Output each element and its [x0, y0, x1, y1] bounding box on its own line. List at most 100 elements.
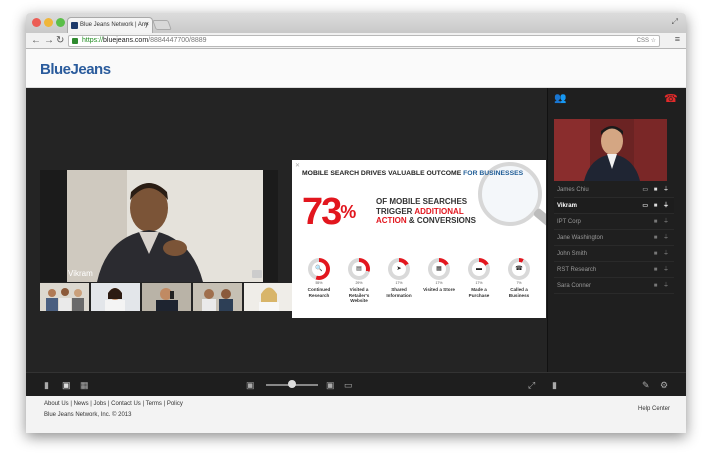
main-video[interactable]: Vikram [40, 170, 278, 282]
stat-value: 55% [315, 281, 323, 285]
bluejeans-logo[interactable]: BlueJeans [40, 61, 111, 78]
meeting-stage: Vikram ✕ MOBILE SEARCH DRIVES VALUABLE O… [26, 88, 547, 372]
speaker-image [67, 170, 263, 282]
big-percent-sign: % [340, 202, 356, 222]
participant-row[interactable]: Sara Conner ■ ⏚ [554, 278, 674, 294]
participant-status-icons[interactable]: ■ ⏚ [654, 230, 671, 246]
stats-row: 🔍 55% Continued Research ▤ 29% Visited a Reta… [302, 258, 542, 308]
stat-value: 29% [355, 281, 363, 285]
participants-list: James Chiu ▭ ■ ⏚ Vikram ▭ ■ ⏚ IPT Corp ■ ⏚ Jan… [554, 182, 674, 294]
stat-icon: ☎ [512, 262, 526, 276]
close-window-button[interactable] [32, 18, 41, 27]
gallery-layout-icon[interactable]: ▦ [80, 380, 89, 390]
address-bar[interactable]: https://bluejeans.com/8884447700/8889 CS… [68, 35, 660, 47]
policy-link[interactable]: Policy [167, 401, 183, 407]
zoom-window-button[interactable] [56, 18, 65, 27]
settings-gear-icon[interactable]: ⚙ [660, 380, 668, 390]
participant-status-icons[interactable]: ■ ⏚ [654, 214, 671, 230]
participant-row[interactable]: IPT Corp ■ ⏚ [554, 214, 674, 230]
tab-title: Blue Jeans Network | Any [80, 22, 149, 28]
copyright-text: Blue Jeans Network, Inc. © 2013 [44, 412, 132, 418]
news-link[interactable]: News [74, 401, 89, 407]
minimize-window-button[interactable] [44, 18, 53, 27]
participant-status-icons[interactable]: ▭ ■ ⏚ [642, 182, 671, 198]
stat-value: 17% [435, 281, 443, 285]
big-percent-value: 73 [302, 191, 342, 233]
stat-icon: ▦ [432, 262, 446, 276]
mic-mute-icon[interactable]: ✎ [642, 380, 650, 390]
contact-us-link[interactable]: Contact Us [111, 401, 141, 407]
stat-item: ☎ 7% Called a Business [502, 258, 536, 298]
stat-label: Called a Business [508, 287, 530, 298]
stat-item: ➤ 17% Shared Information [382, 258, 416, 298]
participant-status-icons[interactable]: ▭ ■ ⏚ [642, 198, 671, 214]
participant-status-icons[interactable]: ■ ⏚ [654, 246, 671, 262]
slide-close-icon[interactable]: ✕ [295, 162, 300, 169]
panel-toggle-icon[interactable]: ▮ [552, 380, 557, 390]
bottom-controls: ▮ ▣ ▦ ▣ ▣ ▭ ⤢ ▮ ✎ ⚙ [26, 372, 686, 396]
participant-status-icons[interactable]: ■ ⏚ [654, 262, 671, 278]
terms-link[interactable]: Terms [146, 401, 162, 407]
person-icon[interactable]: ▣ [246, 380, 255, 390]
help-center-link[interactable]: Help Center [638, 406, 670, 412]
speaker-name: Vikram [68, 269, 93, 278]
participant-row[interactable]: Jane Washington ■ ⏚ [554, 230, 674, 246]
thumbnail-blonde-woman[interactable] [244, 283, 293, 311]
volume-slider-knob[interactable] [288, 380, 296, 388]
shared-content-slide[interactable]: ✕ MOBILE SEARCH DRIVES VALUABLE OUTCOME … [292, 160, 546, 318]
participants-panel: 👥 ☎ James Chiu ▭ ■ ⏚ Vikram ▭ ■ ⏚ IPT Corp ■ … [547, 88, 686, 372]
about-us-link[interactable]: About Us [44, 401, 69, 407]
thumbnail-man-phone[interactable] [142, 283, 191, 311]
presenter-layout-icon[interactable]: ▣ [62, 380, 71, 390]
stat-value: 17% [475, 281, 483, 285]
slide-line-3: ACTION & CONVERSIONS [376, 216, 476, 226]
participant-status-icons[interactable]: ■ ⏚ [654, 278, 671, 294]
slide-body-text: OF MOBILE SEARCHES TRIGGER ADDITIONAL AC… [376, 197, 476, 226]
url-host: bluejeans.com [103, 37, 149, 44]
jobs-link[interactable]: Jobs [94, 401, 107, 407]
url-path: /8884447700/8889 [148, 37, 207, 44]
footer-links: About Us | News | Jobs | Contact Us | Te… [44, 401, 183, 407]
tab-bar: Blue Jeans Network | Any × ⤢ [26, 13, 686, 33]
stat-label: Shared Information [386, 287, 412, 298]
fullscreen-icon[interactable]: ⤢ [672, 17, 678, 27]
participant-row[interactable]: John Smith ■ ⏚ [554, 246, 674, 262]
browser-toolbar: ← → ↻ https://bluejeans.com/8884447700/8… [26, 33, 686, 49]
new-tab-button[interactable] [152, 20, 172, 30]
participant-name: Vikram [557, 203, 577, 209]
stat-icon: ▤ [352, 262, 366, 276]
participants-icon[interactable]: 👥 [554, 93, 566, 104]
reload-icon[interactable]: ↻ [56, 34, 64, 48]
participant-name: IPT Corp [557, 219, 581, 225]
video-options-button[interactable] [252, 270, 262, 278]
browser-menu-icon[interactable]: ≡ [675, 34, 680, 44]
speaker-video-frame [67, 170, 263, 282]
thumbnail-group-meeting[interactable] [40, 283, 89, 311]
expand-icon[interactable]: ⤢ [528, 380, 535, 390]
participant-row[interactable]: James Chiu ▭ ■ ⏚ [554, 182, 674, 198]
stat-icon: ➤ [392, 262, 406, 276]
app-header: BlueJeans [26, 49, 686, 88]
thumbnail-woman[interactable] [91, 283, 140, 311]
participant-name: Jane Washington [557, 235, 604, 241]
lock-icon [72, 38, 78, 44]
screen-icon[interactable]: ▭ [344, 380, 353, 390]
slide-line-2-prefix: TRIGGER [376, 206, 415, 216]
thumbnail-office[interactable] [193, 283, 242, 311]
browser-window: Blue Jeans Network | Any × ⤢ ← → ↻ https… [26, 13, 686, 433]
participant-row[interactable]: Vikram ▭ ■ ⏚ [554, 198, 674, 214]
back-arrow-icon[interactable]: ← [31, 34, 41, 48]
self-view-video[interactable] [554, 119, 667, 181]
participant-name: James Chiu [557, 187, 589, 193]
hang-up-icon[interactable]: ☎ [664, 92, 678, 105]
tab-close-icon[interactable]: × [145, 21, 149, 28]
participant-name: Sara Conner [557, 283, 592, 289]
participant-name: John Smith [557, 251, 588, 257]
forward-arrow-icon[interactable]: → [44, 34, 54, 48]
browser-tab[interactable]: Blue Jeans Network | Any × [67, 17, 153, 33]
single-view-layout-icon[interactable]: ▮ [44, 380, 49, 390]
omnibox-icons[interactable]: CSS ☆ [637, 36, 656, 46]
stat-label: Made a Purchase [468, 287, 490, 298]
content-share-icon[interactable]: ▣ [326, 380, 335, 390]
participant-row[interactable]: RST Research ■ ⏚ [554, 262, 674, 278]
